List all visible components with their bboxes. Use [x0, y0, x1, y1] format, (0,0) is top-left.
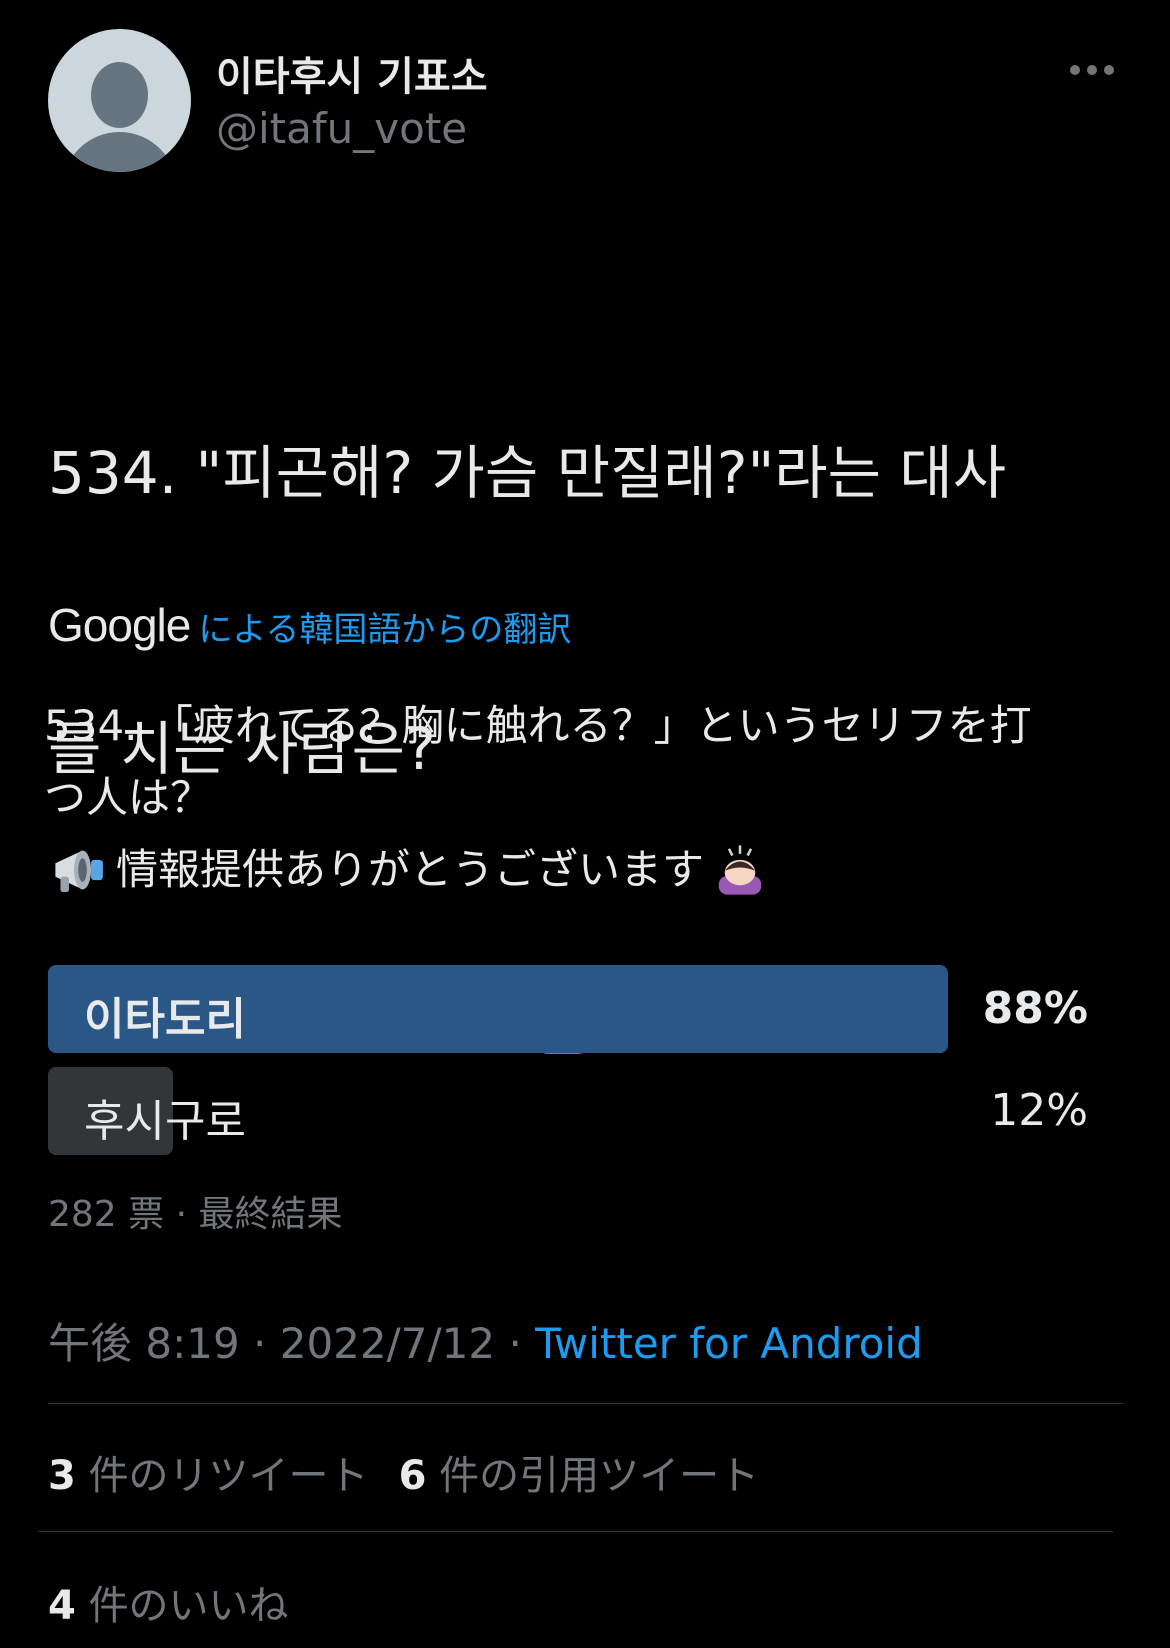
translation-note[interactable]: による韓国語からの翻訳 [198, 602, 571, 651]
engagement-stats: 3 件のリツイート 6 件の引用ツイート [48, 1443, 759, 1501]
likes-stat[interactable]: 4 件のいいね [48, 1573, 289, 1631]
avatar-head-shape [91, 62, 148, 128]
google-logo: Google [48, 599, 191, 651]
translation-attribution[interactable]: Google による韓国語からの翻訳 [48, 598, 571, 652]
poll-option-percent: 88% [982, 983, 1088, 1034]
translated-line-3: 情報提供ありがとうございます [44, 834, 1134, 906]
user-handle[interactable]: @itafu_vote [216, 104, 467, 153]
poll-meta: 282 票 · 最終結果 [48, 1194, 343, 1235]
tweet-date[interactable]: 2022/7/12 [280, 1319, 495, 1368]
divider [48, 1403, 1123, 1404]
tweet-timestamp: 午後 8:19 · 2022/7/12 · Twitter for Androi… [48, 1310, 923, 1371]
avatar[interactable] [48, 29, 191, 172]
tweet-detail: 이타후시 기표소 @itafu_vote 534. "피곤해? 가슴 만질래?"… [0, 0, 1170, 1648]
translated-text: 534. 「疲れてる？胸に触れる？」というセリフを打 つ人は？ 情報提供ありがと… [44, 690, 1134, 906]
avatar-body-shape [62, 132, 177, 172]
poll-option-2: 후시구로 12% [48, 1067, 1088, 1155]
megaphone-icon [55, 850, 103, 893]
person-bowing-icon [718, 845, 762, 895]
translated-line-1: 534. 「疲れてる？胸に触れる？」というセリフを打 [44, 701, 1032, 750]
timestamp-separator: · [239, 1319, 280, 1368]
likes-count: 4 [48, 1583, 76, 1629]
poll-option-label: 후시구로 [84, 1096, 246, 1147]
translated-line-2: つ人は？ [44, 773, 213, 822]
quotes-label: 件の引用ツイート [439, 1453, 760, 1499]
poll-option-percent: 12% [990, 1085, 1088, 1136]
quote-tweets-stat[interactable]: 6 件の引用ツイート [399, 1443, 760, 1501]
more-options-icon[interactable] [1070, 58, 1118, 82]
display-name[interactable]: 이타후시 기표소 [216, 44, 488, 102]
translated-line-3-text: 情報提供ありがとうございます [116, 845, 705, 894]
tweet-source-link[interactable]: Twitter for Android [535, 1319, 923, 1368]
likes-label: 件のいいね [88, 1583, 289, 1629]
divider [38, 1531, 1113, 1532]
poll-option-1: 이타도리 88% [48, 965, 1088, 1053]
poll-option-label: 이타도리 [84, 994, 246, 1045]
tweet-line-1: 534. "피곤해? 가슴 만질래?"라는 대사 [48, 439, 1007, 507]
tweet-time[interactable]: 午後 8:19 [48, 1319, 240, 1368]
quotes-count: 6 [398, 1453, 427, 1499]
retweets-count: 3 [48, 1453, 76, 1499]
timestamp-separator: · [495, 1319, 536, 1368]
retweets-label: 件のリツイート [88, 1453, 369, 1499]
retweets-stat[interactable]: 3 件のリツイート [48, 1443, 369, 1501]
